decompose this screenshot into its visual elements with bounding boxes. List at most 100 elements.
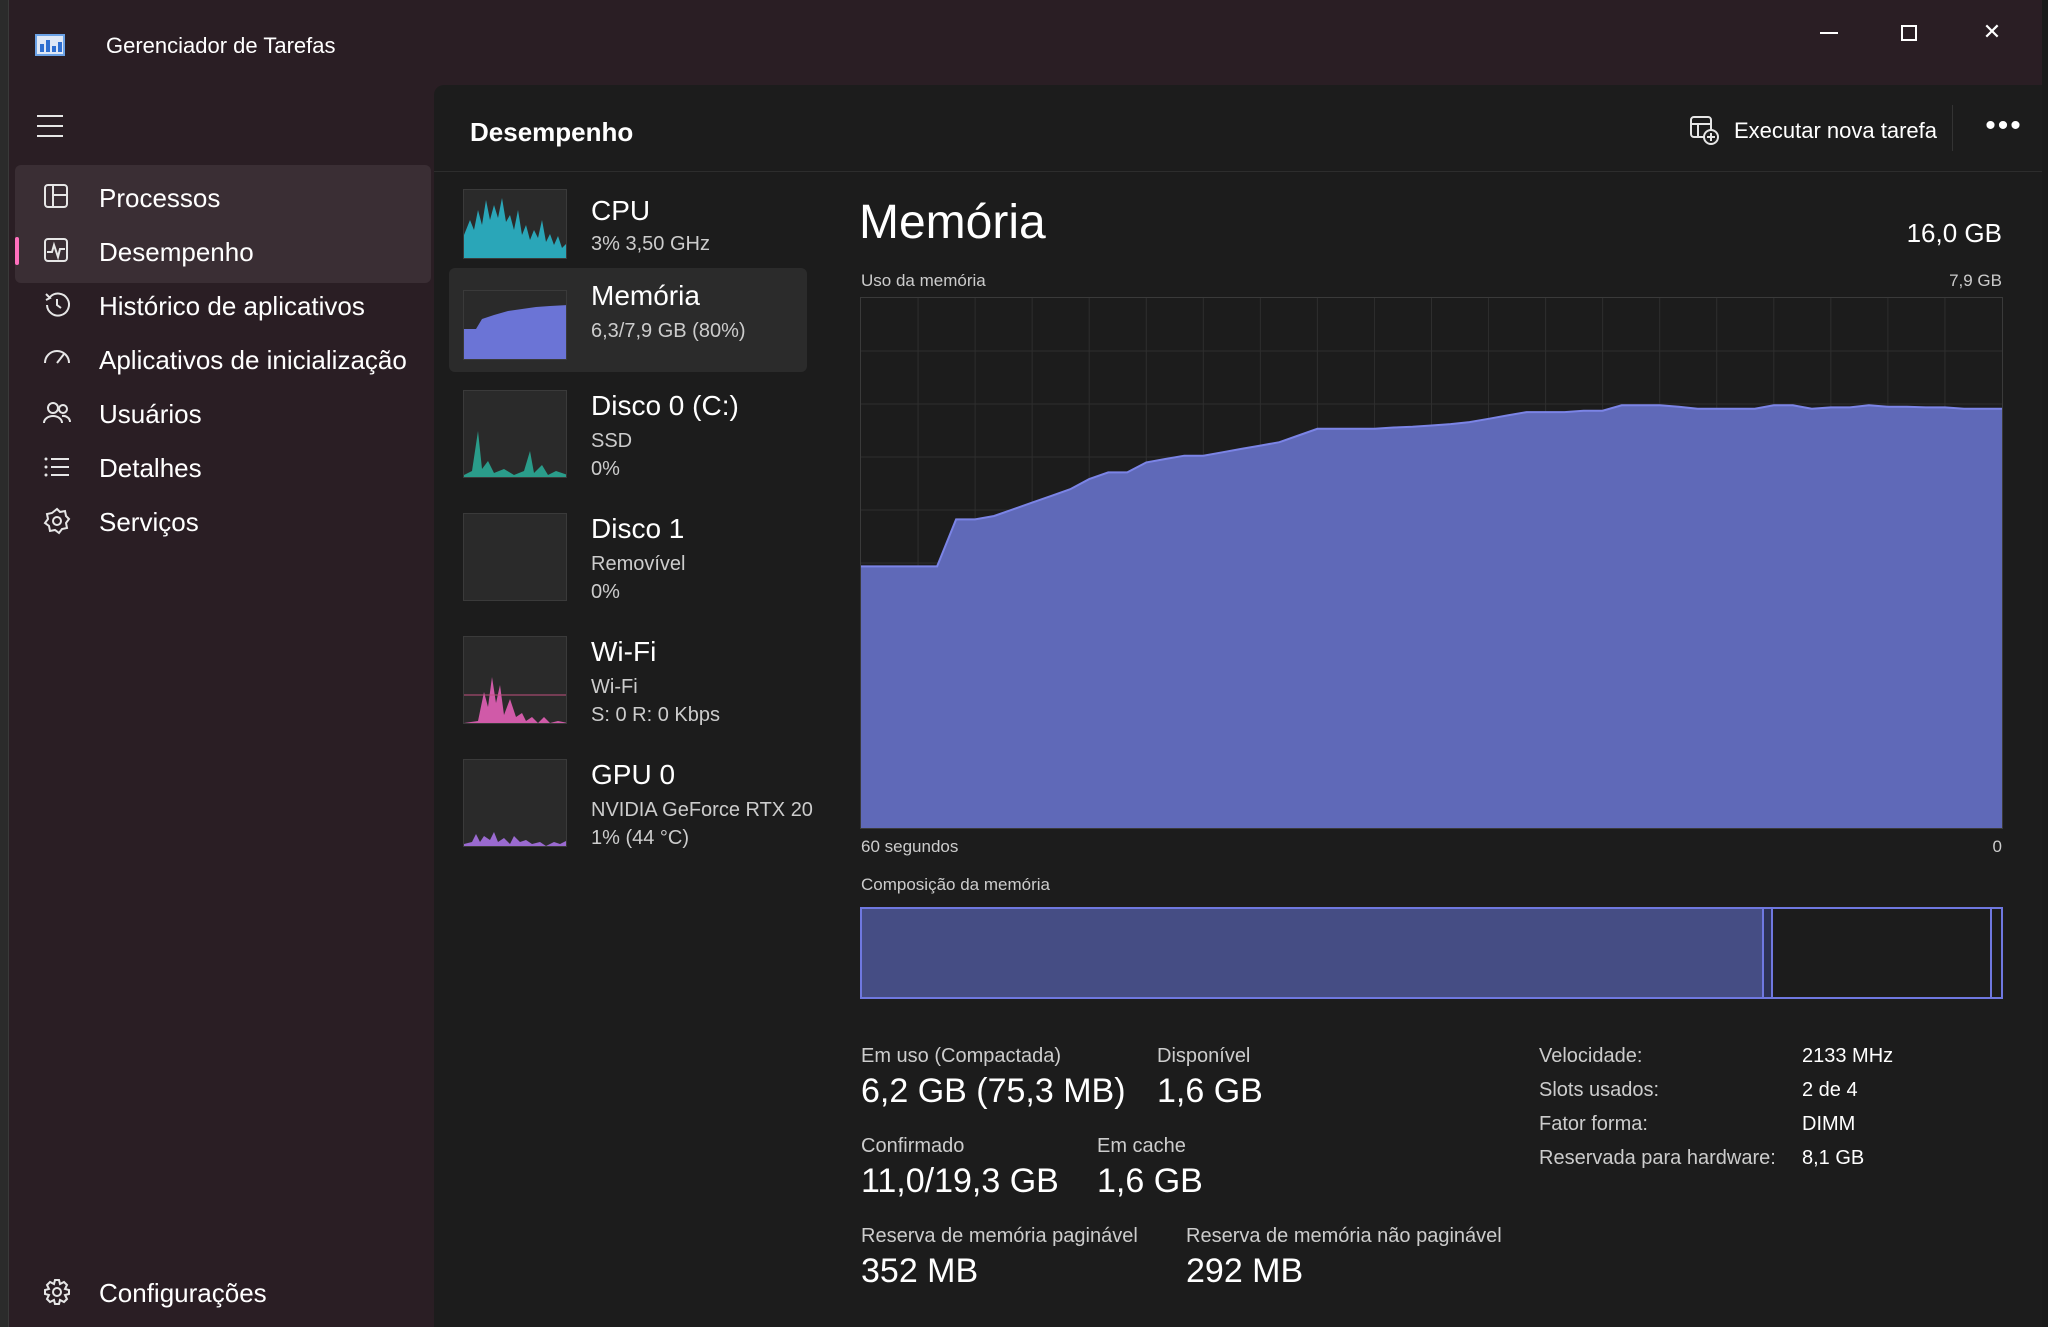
sidebar-item-label: Detalhes [99,453,202,483]
perf-item-gpu0[interactable]: GPU 0 NVIDIA GeForce RTX 20 1% (44 °C) [449,759,813,869]
spec-key: Reservada para hardware: [1539,1147,1776,1169]
perf-item-disk1[interactable]: Disco 1 Removível 0% [449,513,807,623]
composition-free-marker [1989,909,1992,997]
composition-in-use [862,909,1762,997]
stat-value: 292 MB [1186,1252,1304,1290]
chart-max-label: 7,9 GB [1949,271,2002,290]
sidebar-item-label: Serviços [99,507,199,537]
perf-subtext: Wi-Fi [591,676,638,698]
run-task-icon [1690,116,1719,145]
perf-name: Memória [591,280,700,311]
spec-key: Slots usados: [1539,1079,1660,1101]
cpu-thumbnail-graph [463,189,567,259]
sidebar-item-label: Processos [99,183,221,213]
hamburger-menu-icon[interactable] [37,115,65,137]
wifi-thumbnail-graph [463,636,567,724]
perf-subtext: 3% 3,50 GHz [591,233,710,255]
maximize-button[interactable] [1879,12,1939,52]
spec-value: 2 de 4 [1802,1079,1858,1101]
chart-label: Uso da memória [861,271,986,290]
stat-label: Em uso (Compactada) [861,1045,1062,1067]
memory-usage-chart [860,297,2003,829]
perf-item-wifi[interactable]: Wi-Fi Wi-Fi S: 0 R: 0 Kbps [449,636,807,746]
perf-name: Disco 1 [591,513,685,544]
perf-subtext: SSD [591,430,633,452]
memory-usage-svg [861,298,2002,828]
users-icon [43,402,72,424]
minimize-button[interactable] [1799,12,1859,52]
page-title: Desempenho [470,117,634,147]
main-panel: Desempenho Executar nova tarefa ••• CPU … [434,85,2042,1327]
settings-label: Configurações [99,1278,267,1308]
header-separator [434,171,2042,172]
title-bar[interactable]: Gerenciador de Tarefas ✕ [9,0,2042,90]
sidebar-item-label: Histórico de aplicativos [99,291,365,321]
spec-value: 2133 MHz [1802,1045,1894,1067]
stat-label: Confirmado [861,1135,965,1157]
task-manager-app-icon [35,34,65,56]
sidebar-item-servicos[interactable]: Serviços [15,489,431,553]
sidebar-item-label: Desempenho [99,237,254,267]
perf-name: GPU 0 [591,759,676,790]
services-icon [43,507,71,535]
more-options-button[interactable]: ••• [1979,111,2029,151]
sidebar-item-configuracoes[interactable]: Configurações [15,1260,431,1324]
selection-indicator [15,237,19,265]
stat-value: 352 MB [861,1252,979,1290]
spec-row-slots: Slots usados: 2 de 4 [1539,1079,1959,1113]
disk1-thumbnail-graph [463,513,567,601]
sidebar: Processos Desempenho Histórico de aplica… [9,90,434,1327]
perf-subtext: S: 0 R: 0 Kbps [591,704,720,726]
spec-row-hw-reserved: Reservada para hardware: 8,1 GB [1539,1147,1959,1181]
processes-icon [44,184,68,208]
gpu-thumbnail-graph [463,759,567,847]
memory-total: 16,0 GB [1906,218,2002,248]
minimize-icon [1820,32,1838,35]
stat-cached: Em cache 1,6 GB [1097,1135,1203,1201]
stat-value: 6,2 GB (75,3 MB) [861,1072,1126,1110]
composition-label: Composição da memória [861,875,1050,894]
maximize-icon [1901,25,1917,42]
perf-name: CPU [591,195,651,226]
history-icon [45,292,70,317]
composition-modified [1761,909,1774,997]
close-icon: ✕ [1982,19,2002,44]
stat-value: 1,6 GB [1097,1162,1203,1200]
startup-icon [44,350,70,364]
stat-value: 11,0/19,3 GB [861,1162,1059,1200]
perf-subtext: Removível [591,553,686,575]
task-manager-window: Gerenciador de Tarefas ✕ Processos Desem… [8,0,2042,1327]
perf-name: Wi-Fi [591,636,657,667]
x-axis-right-label: 0 [1992,837,2002,856]
stat-label: Disponível [1157,1045,1251,1067]
close-button[interactable]: ✕ [1962,12,2022,52]
stat-label: Reserva de memória paginável [861,1225,1138,1247]
perf-subtext: NVIDIA GeForce RTX 20 [591,799,813,821]
details-icon [44,457,69,477]
sidebar-item-label: Usuários [99,399,202,429]
spec-key: Fator forma: [1539,1113,1648,1135]
memory-specs: Velocidade: 2133 MHz Slots usados: 2 de … [1539,1045,1959,1181]
stat-paged-pool: Reserva de memória paginável 352 MB [861,1225,1138,1291]
stat-in-use: Em uso (Compactada) 6,2 GB (75,3 MB) [861,1045,1126,1111]
spec-value: 8,1 GB [1802,1147,1865,1169]
disk0-thumbnail-graph [463,390,567,478]
detail-title: Memória [859,196,1046,249]
run-task-label: Executar nova tarefa [1734,118,1938,143]
stat-value: 1,6 GB [1157,1072,1263,1110]
spec-key: Velocidade: [1539,1045,1643,1067]
perf-item-memory[interactable]: Memória 6,3/7,9 GB (80%) [449,268,807,372]
memory-composition-bar[interactable] [860,907,2003,999]
stat-non-paged-pool: Reserva de memória não paginável 292 MB [1186,1225,1502,1291]
spec-row-speed: Velocidade: 2133 MHz [1539,1045,1959,1079]
window-title: Gerenciador de Tarefas [106,33,336,58]
performance-icon [44,238,68,262]
stat-label: Em cache [1097,1135,1186,1157]
perf-item-disk0[interactable]: Disco 0 (C:) SSD 0% [449,390,807,500]
spec-value: DIMM [1802,1113,1856,1135]
perf-subtext: 1% (44 °C) [591,827,690,849]
perf-subtext: 0% [591,458,620,480]
gear-icon [44,1279,70,1305]
memory-thumbnail-graph [463,290,567,360]
perf-subtext: 6,3/7,9 GB (80%) [591,320,746,342]
